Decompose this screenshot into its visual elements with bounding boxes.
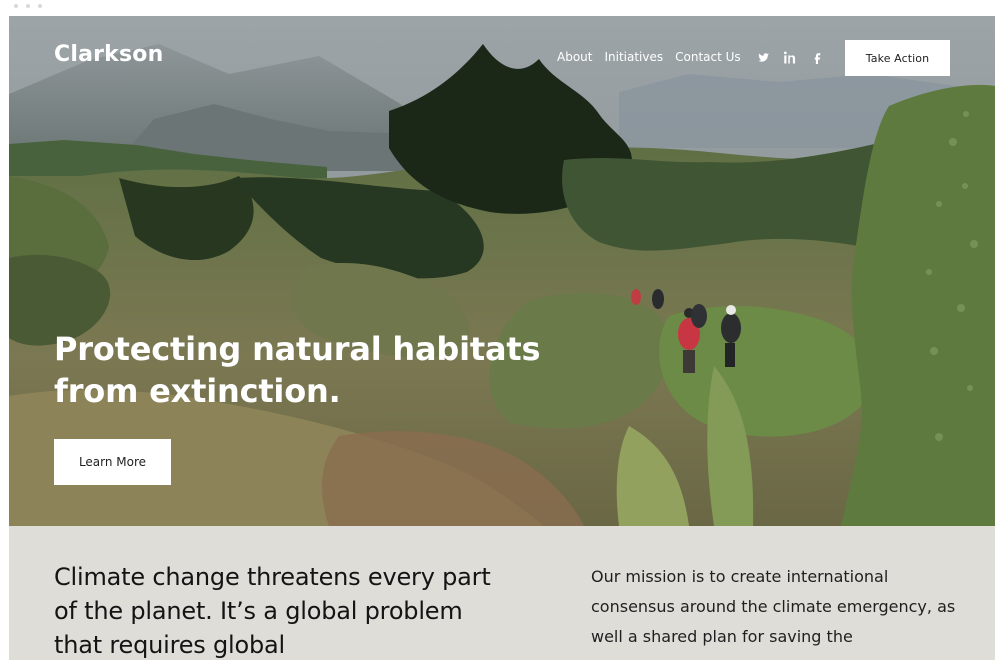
hero-copy: Protecting natural habitats from extinct… (54, 328, 574, 485)
twitter-icon[interactable] (757, 51, 770, 64)
nav-about-link[interactable]: About (557, 50, 592, 64)
intro-headline: Climate change threatens every part of t… (54, 563, 491, 659)
learn-more-button[interactable]: Learn More (54, 439, 171, 485)
site-header: Clarkson About Initiatives Contact Us Ta… (9, 16, 995, 98)
window-controls (14, 4, 42, 8)
window-dot (38, 4, 42, 8)
top-navigation: About Initiatives Contact Us (557, 50, 741, 64)
website-viewport: Clarkson About Initiatives Contact Us Ta… (9, 16, 995, 660)
window-dot (26, 4, 30, 8)
facebook-icon[interactable] (811, 51, 824, 64)
nav-initiatives-link[interactable]: Initiatives (604, 50, 663, 64)
intro-section: Climate change threatens every part of t… (9, 526, 995, 660)
window-dot (14, 4, 18, 8)
take-action-button[interactable]: Take Action (845, 40, 950, 76)
mission-text: Our mission is to create international c… (591, 567, 956, 646)
page: Clarkson About Initiatives Contact Us Ta… (0, 0, 996, 660)
site-logo[interactable]: Clarkson (54, 42, 163, 67)
hero-section: Clarkson About Initiatives Contact Us Ta… (9, 16, 995, 526)
linkedin-icon[interactable] (784, 51, 797, 64)
hero-title: Protecting natural habitats from extinct… (54, 330, 541, 410)
nav-contact-link[interactable]: Contact Us (675, 50, 741, 64)
social-links (757, 51, 824, 64)
